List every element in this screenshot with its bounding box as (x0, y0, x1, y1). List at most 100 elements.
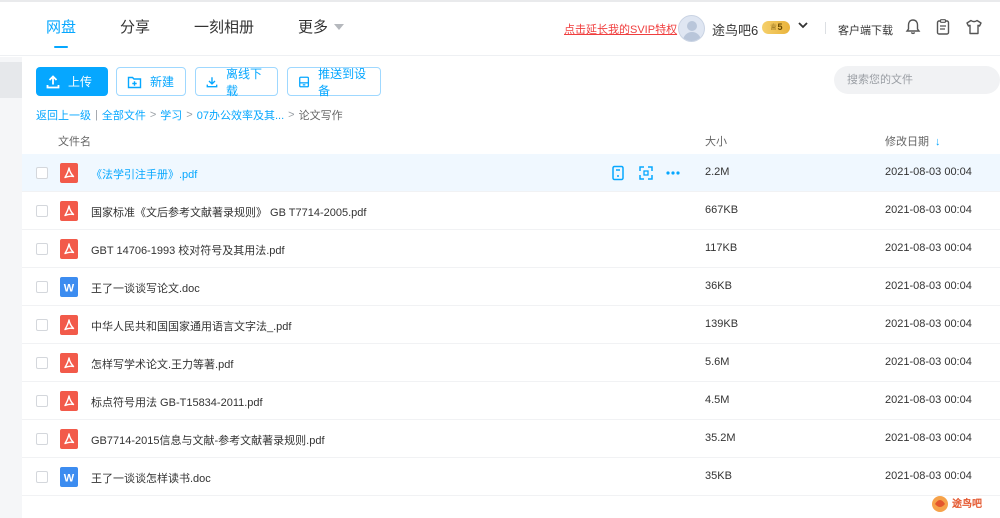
file-modified-date: 2021-08-03 00:04 (885, 280, 972, 292)
breadcrumb-separator: | (95, 109, 98, 121)
caret-down-icon (334, 24, 345, 30)
row-checkbox[interactable] (36, 433, 48, 445)
breadcrumb-all-files-link[interactable]: 全部文件 (102, 107, 146, 123)
vip-level-badge: ♕5 (762, 21, 790, 34)
share-icon[interactable] (638, 165, 656, 181)
file-modified-date: 2021-08-03 00:04 (885, 242, 972, 254)
file-size: 2.2M (705, 166, 730, 178)
table-row[interactable]: 国家标准《文后参考文献著录规则》 GB T7714-2005.pdf 667KB… (22, 192, 1000, 230)
file-size: 36KB (705, 280, 732, 292)
nav-item-album[interactable]: 一刻相册 (194, 16, 254, 46)
upload-label: 上传 (68, 75, 93, 89)
row-checkbox[interactable] (36, 357, 48, 369)
breadcrumb-back-link[interactable]: 返回上一级 (36, 107, 91, 123)
push-device-icon[interactable] (611, 165, 629, 181)
pdf-file-icon (60, 391, 78, 411)
bell-icon[interactable] (904, 18, 922, 36)
nav-item-more[interactable]: 更多 (298, 16, 345, 46)
new-button[interactable]: 新建 (116, 67, 186, 96)
pdf-file-icon (60, 353, 78, 373)
svg-text:W: W (64, 283, 75, 295)
file-name[interactable]: 标点符号用法 GB-T15834-2011.pdf (91, 394, 263, 410)
file-size: 35KB (705, 470, 732, 482)
row-checkbox[interactable] (36, 471, 48, 483)
file-name[interactable]: 王了一谈谈怎样读书.doc (91, 470, 211, 486)
table-row[interactable]: 标点符号用法 GB-T15834-2011.pdf 4.5M 2021-08-0… (22, 382, 1000, 420)
search-input[interactable] (834, 66, 1000, 94)
file-name[interactable]: 怎样写学术论文.王力等著.pdf (91, 356, 233, 372)
word-doc-file-icon: W (60, 467, 78, 487)
push-to-device-button[interactable]: 推送到设备 (287, 66, 381, 98)
column-header-date-label: 修改日期 (885, 136, 929, 148)
column-header-name[interactable]: 文件名 (58, 133, 91, 149)
row-checkbox[interactable] (36, 243, 48, 255)
file-list: 《法学引注手册》.pdf 2.2M 2021-08-03 00:04 国家标准《… (22, 154, 1000, 496)
device-icon (299, 76, 310, 87)
column-header-size[interactable]: 大小 (705, 133, 727, 149)
upload-button[interactable]: 上传 (36, 67, 108, 96)
row-checkbox[interactable] (36, 395, 48, 407)
watermark-text: 途鸟吧 (952, 497, 982, 510)
file-name[interactable]: 王了一谈谈写论文.doc (91, 280, 200, 296)
file-name[interactable]: 中华人民共和国国家通用语言文字法_.pdf (91, 318, 291, 334)
file-modified-date: 2021-08-03 00:04 (885, 432, 972, 444)
table-row[interactable]: W 王了一谈谈写论文.doc 36KB 2021-08-03 00:04 (22, 268, 1000, 306)
offline-download-button[interactable]: 离线下载 (195, 67, 278, 98)
file-name[interactable]: 《法学引注手册》.pdf (91, 166, 197, 182)
more-options-icon[interactable] (665, 165, 683, 181)
row-checkbox[interactable] (36, 205, 48, 217)
client-download-link[interactable]: 客户端下载 (838, 22, 893, 38)
pdf-file-icon (60, 429, 78, 449)
nav-item-share[interactable]: 分享 (120, 16, 150, 46)
row-checkbox[interactable] (36, 167, 48, 179)
vip-level-number: 5 (777, 22, 783, 32)
header-divider (825, 22, 826, 34)
table-row[interactable]: GBT 14706-1993 校对符号及其用法.pdf 117KB 2021-0… (22, 230, 1000, 268)
file-size: 5.6M (705, 356, 730, 368)
file-name[interactable]: GB7714-2015信息与文献-参考文献著录规则.pdf (91, 432, 325, 448)
table-row[interactable]: 《法学引注手册》.pdf 2.2M 2021-08-03 00:04 (22, 154, 1000, 192)
table-row[interactable]: 怎样写学术论文.王力等著.pdf 5.6M 2021-08-03 00:04 (22, 344, 1000, 382)
svg-text:W: W (64, 473, 75, 485)
username[interactable]: 途鸟吧6 (712, 20, 758, 39)
sort-arrow-down-icon[interactable]: ↓ (935, 136, 941, 148)
column-header-date[interactable]: 修改日期 ↓ (885, 133, 941, 149)
clipboard-icon[interactable] (934, 18, 952, 36)
row-checkbox[interactable] (36, 281, 48, 293)
row-hover-actions (611, 165, 692, 181)
breadcrumb-current: 论文写作 (298, 110, 343, 122)
pdf-file-icon (60, 239, 78, 259)
top-navigation-bar: 网盘 分享 一刻相册 更多 点击延长我的SVIP特权 途鸟吧6 ♕5 客户端下载 (0, 0, 1000, 56)
breadcrumb-study-link[interactable]: 学习 (160, 107, 182, 123)
table-row[interactable]: GB7714-2015信息与文献-参考文献著录规则.pdf 35.2M 2021… (22, 420, 1000, 458)
breadcrumb-chevron: > (149, 109, 157, 121)
file-modified-date: 2021-08-03 00:04 (885, 318, 972, 330)
nav-item-label: 一刻相册 (194, 19, 255, 36)
file-table-header: 文件名 大小 修改日期 ↓ (22, 129, 1000, 153)
pdf-file-icon (60, 163, 78, 183)
file-size: 139KB (705, 318, 739, 330)
table-row[interactable]: W 王了一谈谈怎样读书.doc 35KB 2021-08-03 00:04 (22, 458, 1000, 496)
tshirt-icon[interactable] (965, 18, 983, 36)
sidebar-active-block (0, 62, 22, 98)
breadcrumb-chevron: > (288, 109, 295, 121)
nav-item-netdisk[interactable]: 网盘 (46, 16, 77, 48)
table-row[interactable]: 中华人民共和国国家通用语言文字法_.pdf 139KB 2021-08-03 0… (22, 306, 1000, 344)
nav-item-label: 网盘 (46, 19, 77, 36)
file-modified-date: 2021-08-03 00:04 (885, 394, 972, 406)
push-to-device-label: 推送到设备 (318, 66, 367, 98)
site-watermark-logo: 途鸟吧 (932, 496, 982, 512)
file-name[interactable]: 国家标准《文后参考文献著录规则》 GB T7714-2005.pdf (91, 204, 366, 220)
avatar[interactable] (678, 15, 705, 42)
nav-item-label: 分享 (120, 19, 151, 36)
svip-renew-link[interactable]: 点击延长我的SVIP特权 (564, 21, 677, 37)
breadcrumb-office-link[interactable]: 07办公效率及其... (197, 107, 284, 123)
row-checkbox[interactable] (36, 319, 48, 331)
file-size: 35.2M (705, 432, 736, 444)
file-name[interactable]: GBT 14706-1993 校对符号及其用法.pdf (91, 242, 285, 258)
breadcrumb-chevron: > (186, 109, 193, 121)
breadcrumb: 返回上一级 | 全部文件 > 学习 > 07办公效率及其... > 论文写作 (36, 107, 343, 123)
file-modified-date: 2021-08-03 00:04 (885, 166, 972, 178)
chevron-down-icon[interactable] (798, 20, 808, 30)
download-icon (206, 76, 218, 87)
